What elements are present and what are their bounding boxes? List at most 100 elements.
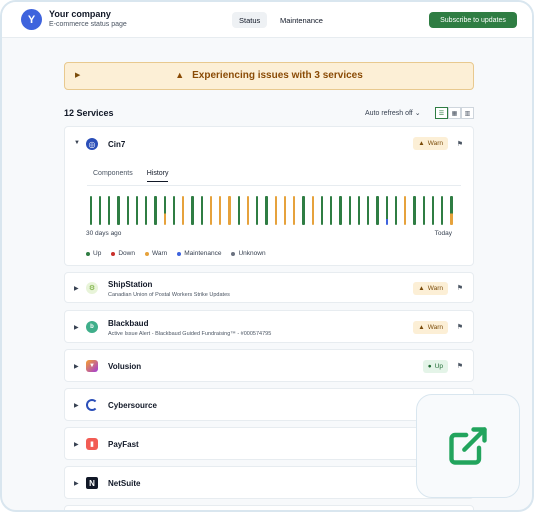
history-bar-up[interactable] [339,196,342,225]
chevron-right-icon[interactable]: ▶ [74,441,79,448]
chevron-down-icon: ⌄ [414,110,421,117]
history-legend: Up Down Warn Maintenance Unknown [86,250,266,257]
history-bar-warn[interactable] [283,196,287,225]
history-bars [85,196,455,225]
service-card-cybersource[interactable]: ▶ Cybersource [64,388,474,421]
columns-view-icon[interactable]: ▥ [461,107,474,119]
legend-dot [231,251,236,256]
cin7-logo-icon: ◎ [86,138,98,150]
history-bar-up[interactable] [256,196,259,225]
grid-view-icon[interactable]: ▦ [448,107,461,119]
status-label: Warn [427,140,443,147]
nav-status-tab[interactable]: Status [232,12,268,28]
history-bar-maintenance[interactable] [385,196,388,225]
chevron-right-icon[interactable]: ▶ [74,480,79,487]
chevron-right-icon[interactable]: ▶ [74,402,79,409]
history-bar-up[interactable] [348,196,351,225]
service-card-volusion[interactable]: ▶ ▼ Volusion ● Up ⚑ [64,349,474,382]
history-bar-warn[interactable] [311,196,314,225]
flag-icon[interactable]: ⚑ [457,323,463,331]
service-card-blackbaud[interactable]: ▶ b Blackbaud Active Issue Alert - Black… [64,310,474,343]
top-bar: Y Your company E-commerce status page St… [2,2,532,38]
status-label: Warn [427,285,443,292]
legend-warn: Warn [144,250,167,257]
history-bar-up[interactable] [135,196,139,225]
service-description: Active Issue Alert - Blackbaud Guided Fu… [108,331,272,337]
company-name: Your company [49,9,111,19]
service-card-partial[interactable] [64,505,474,510]
history-bar-warn[interactable] [219,196,222,225]
history-bar-warn[interactable] [450,196,453,225]
services-count: 12 Services [64,108,114,118]
history-bar-up[interactable] [302,196,305,225]
service-name: ShipStation [108,280,153,289]
issues-alert[interactable]: ▶ ▲ Experiencing issues with 3 services [64,62,474,90]
history-bar-up[interactable] [98,196,102,225]
history-bar-warn[interactable] [163,196,166,225]
history-bar-up[interactable] [265,196,268,225]
warning-icon: ▲ [175,70,185,80]
history-bar-warn[interactable] [274,196,277,225]
tab-history[interactable]: History [146,170,169,182]
tab-components[interactable]: Components [93,170,133,182]
service-card-shipstation[interactable]: ▶ ⚙ ShipStation Canadian Union of Postal… [64,272,474,303]
history-bar-up[interactable] [89,196,92,225]
history-bar-warn[interactable] [404,196,407,225]
history-bar-up[interactable] [191,196,194,225]
company-subtitle: E-commerce status page [49,21,127,28]
list-view-icon[interactable]: ☰ [435,107,448,119]
history-bar-up[interactable] [367,196,370,225]
service-card-netsuite[interactable]: ▶ N NetSuite [64,466,474,499]
range-start: 30 days ago [86,230,122,237]
legend-label: Down [118,250,135,257]
history-bar-up[interactable] [376,196,379,225]
history-bar-up[interactable] [422,196,425,225]
shipstation-logo-icon: ⚙ [86,282,98,294]
history-bar-up[interactable] [237,196,240,225]
history-bar-warn[interactable] [246,196,250,225]
history-bar-up[interactable] [320,196,324,225]
legend-label: Up [93,250,102,257]
history-bar-warn[interactable] [293,196,296,225]
status-label: Up [434,363,443,370]
subscribe-button[interactable]: Subscribe to updates [429,12,517,28]
chevron-down-icon[interactable]: ▼ [74,140,80,146]
history-bar-warn[interactable] [228,196,231,225]
history-bar-up[interactable] [441,196,444,225]
flag-icon[interactable]: ⚑ [457,362,463,370]
history-bar-warn[interactable] [209,196,213,225]
history-bar-up[interactable] [200,196,203,225]
alert-message: ▲ Experiencing issues with 3 services [65,70,473,81]
legend-label: Unknown [238,250,266,257]
history-bar-warn[interactable] [182,196,185,225]
auto-refresh-toggle[interactable]: Auto refresh off ⌄ [365,109,421,117]
tabs-divider [87,185,461,186]
status-badge: ▲ Warn [413,282,448,295]
history-bar-up[interactable] [413,196,416,225]
history-bar-up[interactable] [172,196,176,225]
flag-icon[interactable]: ⚑ [457,140,463,148]
chevron-right-icon[interactable]: ▶ [74,324,79,331]
cybersource-logo-icon [86,399,98,411]
history-bar-up[interactable] [394,196,398,225]
chevron-right-icon[interactable]: ▶ [74,363,79,370]
service-card-payfast[interactable]: ▶ ▮ PayFast [64,427,474,460]
view-mode-buttons: ☰ ▦ ▥ [435,107,474,119]
flag-icon[interactable]: ⚑ [457,284,463,292]
history-bar-up[interactable] [357,196,361,225]
open-external-button[interactable] [416,394,520,498]
history-bar-up[interactable] [108,196,111,225]
chevron-right-icon[interactable]: ▶ [74,285,79,292]
history-bar-up[interactable] [330,196,333,225]
history-bar-up[interactable] [145,196,148,225]
history-bar-up[interactable] [126,196,129,225]
status-badge: ▲ Warn [413,321,448,334]
service-card-cin7[interactable]: ▼ ◎ Cin7 ▲ Warn ⚑ Components History 30 d… [64,126,474,266]
history-bar-up[interactable] [117,196,120,225]
service-name: Blackbaud [108,319,149,328]
service-name: Volusion [108,362,142,371]
history-bar-up[interactable] [431,196,435,225]
service-name: NetSuite [108,479,141,488]
nav-maintenance-tab[interactable]: Maintenance [274,12,329,28]
history-bar-up[interactable] [154,196,157,225]
